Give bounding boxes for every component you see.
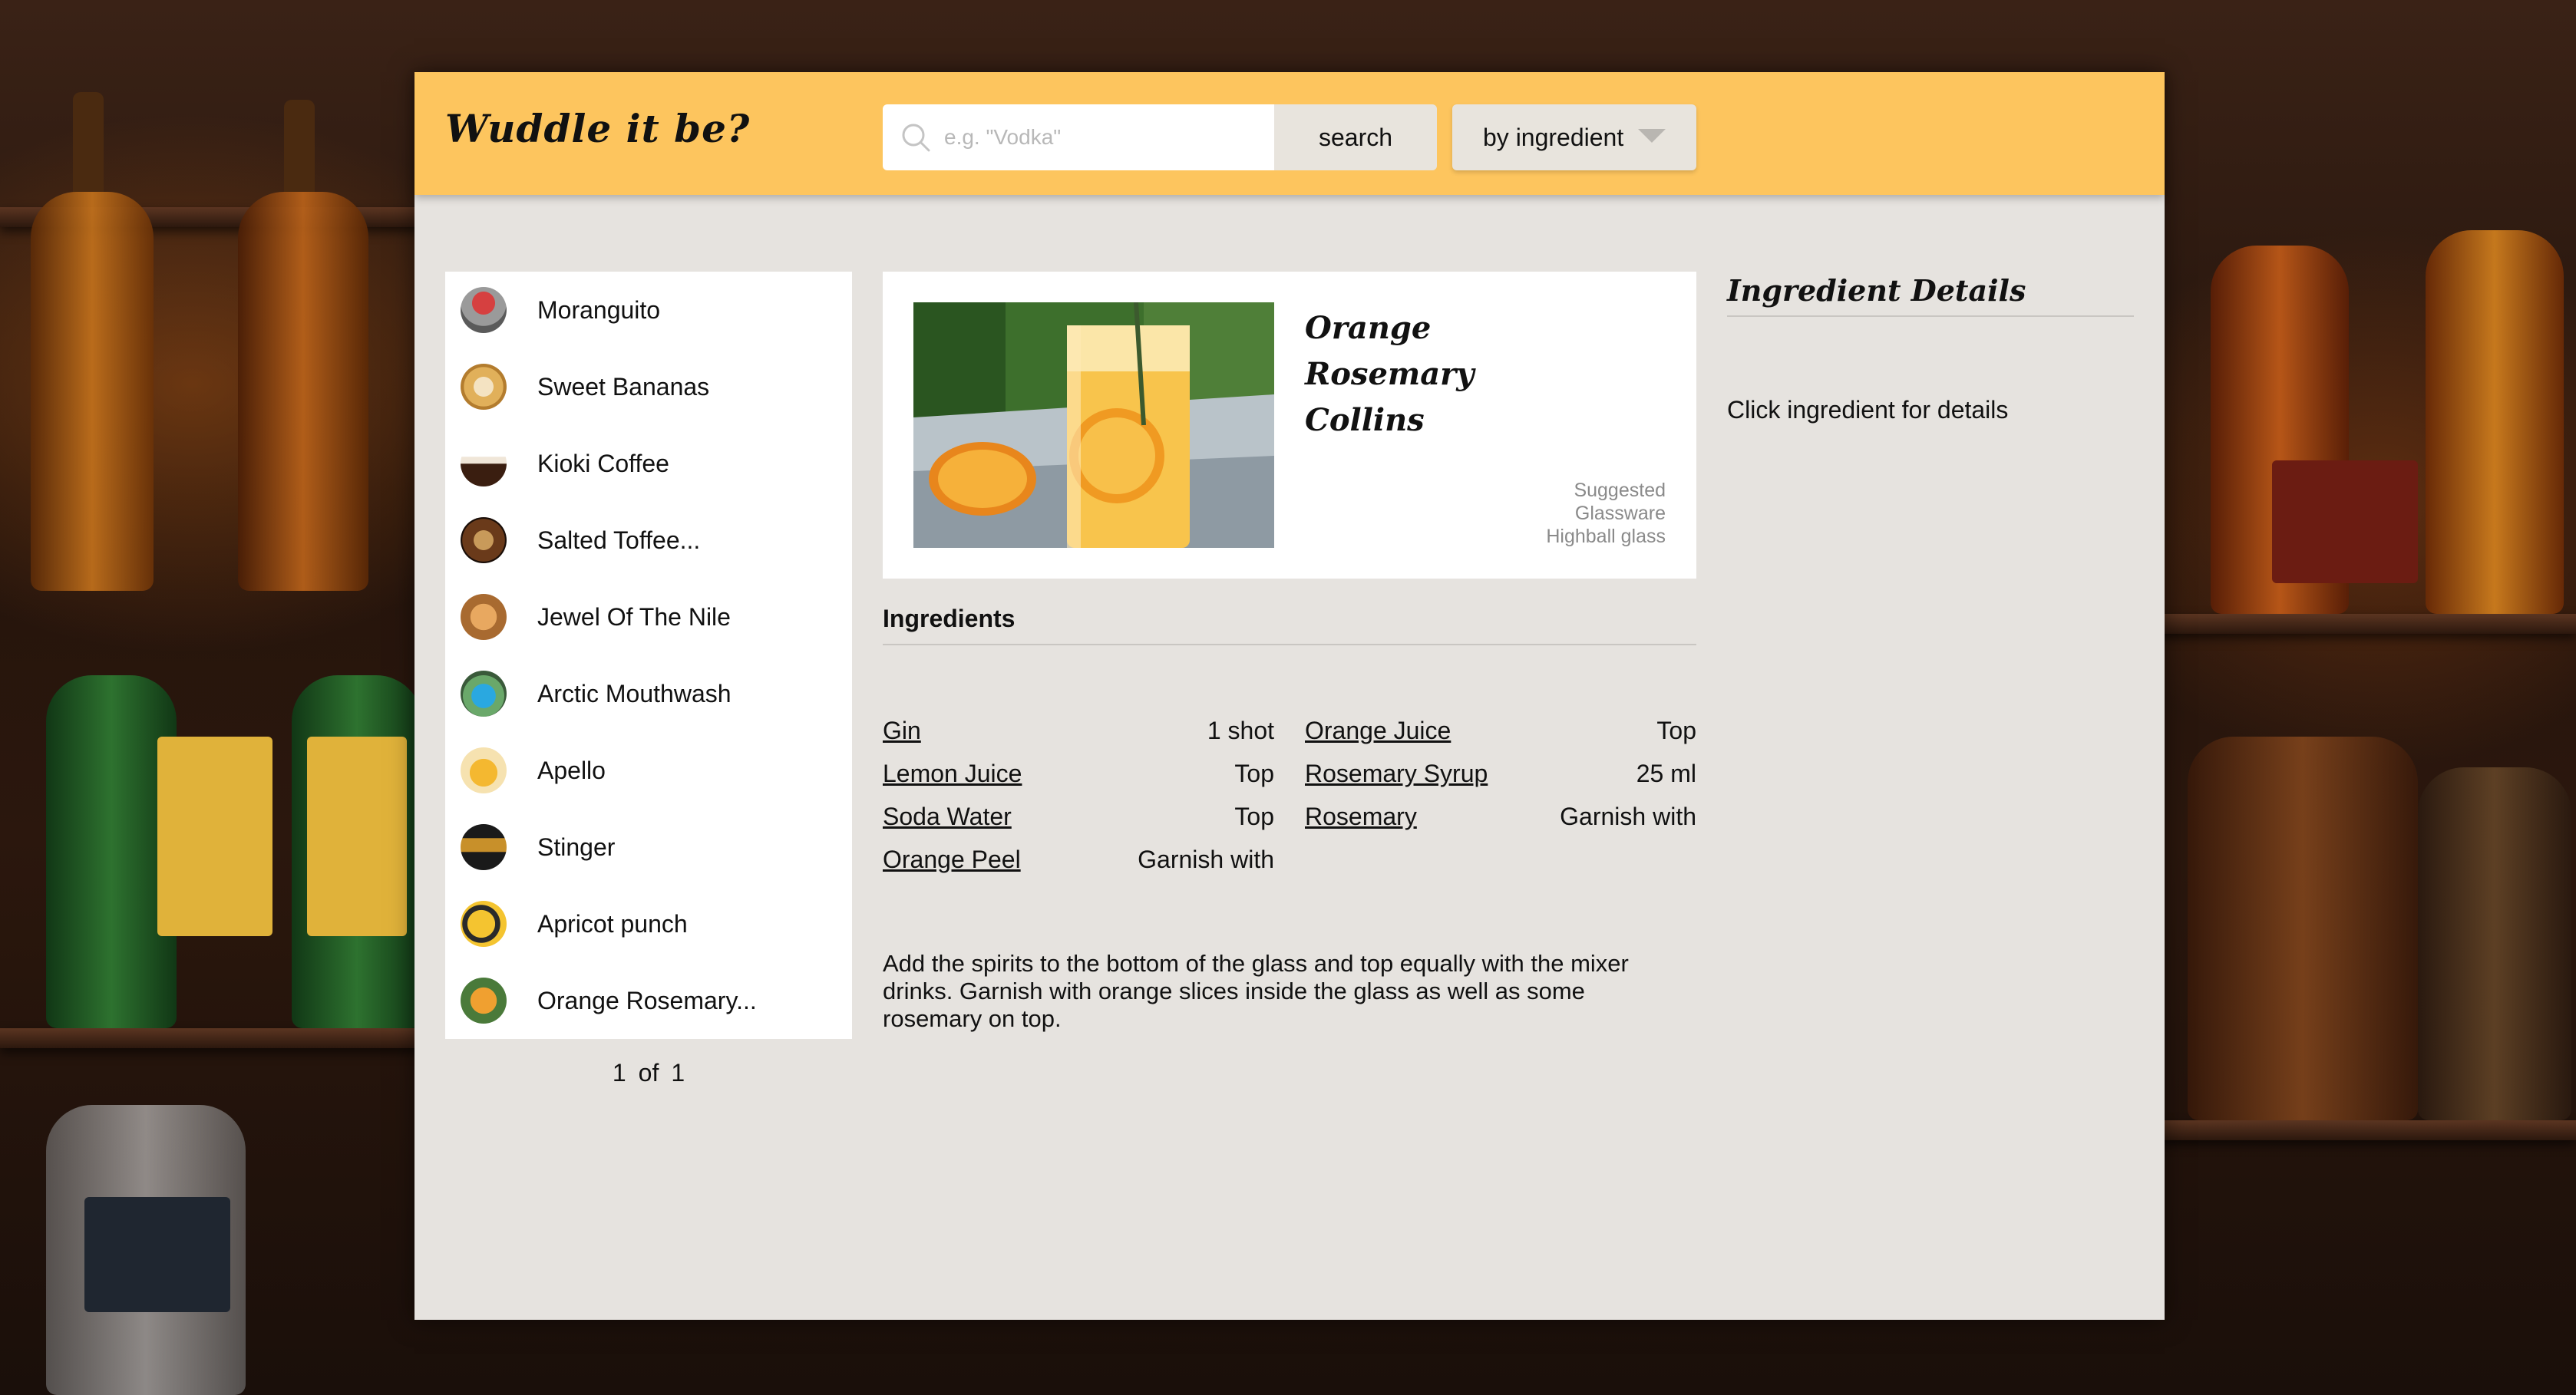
- bottle: [73, 92, 104, 200]
- ingredient-row: Soda Water Top: [883, 803, 1274, 846]
- ingredient-link[interactable]: Orange Peel: [883, 846, 1021, 874]
- header-bar: Wuddle it be? search by ingredient: [414, 72, 2165, 195]
- pagination: 1 of 1: [445, 1059, 852, 1087]
- drink-name: Apricot punch: [537, 910, 688, 938]
- shelf: [2149, 614, 2576, 634]
- caret-down-icon: [1638, 129, 1666, 143]
- drink-thumbnail: [461, 594, 507, 640]
- ingredient-row: Orange Peel Garnish with: [883, 846, 1274, 889]
- page-separator: of: [638, 1059, 659, 1087]
- bottle: [238, 192, 368, 591]
- app-panel: Wuddle it be? search by ingredient Moran…: [414, 72, 2165, 1320]
- bottle-label: [2272, 460, 2418, 583]
- page-total: 1: [671, 1059, 685, 1087]
- search-button[interactable]: search: [1274, 104, 1437, 170]
- drink-name: Moranguito: [537, 296, 661, 324]
- ingredient-details-title: Ingredient Details: [1727, 273, 2134, 317]
- glassware-info: Suggested Glassware Highball glass: [1546, 479, 1666, 548]
- drink-list-item[interactable]: Stinger: [445, 809, 852, 885]
- ingredient-row: Gin 1 shot: [883, 717, 1274, 760]
- ingredient-row: Rosemary Garnish with: [1305, 803, 1696, 846]
- drink-name: Salted Toffee...: [537, 526, 701, 554]
- shelf: [2149, 1120, 2576, 1140]
- drink-thumbnail: [461, 747, 507, 793]
- drink-list-item[interactable]: Apricot punch: [445, 885, 852, 962]
- bottle-label: [84, 1197, 230, 1312]
- drink-name: Kioki Coffee: [537, 450, 669, 477]
- ingredient-link[interactable]: Rosemary Syrup: [1305, 760, 1488, 788]
- drink-list-item[interactable]: Arctic Mouthwash: [445, 655, 852, 732]
- ingredient-details-placeholder: Click ingredient for details: [1727, 396, 2009, 424]
- ingredient-link[interactable]: Soda Water: [883, 803, 1012, 831]
- search-input[interactable]: [944, 104, 1267, 170]
- drink-title: Orange Rosemary Collins: [1305, 310, 1475, 438]
- drink-list-item[interactable]: Apello: [445, 732, 852, 809]
- ingredient-link[interactable]: Orange Juice: [1305, 717, 1451, 745]
- drink-thumbnail: [461, 364, 507, 410]
- ingredient-amount: Garnish with: [1560, 803, 1696, 830]
- search-mode-dropdown[interactable]: by ingredient: [1452, 104, 1696, 170]
- search-box[interactable]: [883, 104, 1274, 170]
- ingredient-amount: Top: [1234, 760, 1274, 787]
- drink-list-item[interactable]: Salted Toffee...: [445, 502, 852, 579]
- drink-detail-card: Orange Rosemary Collins Suggested Glassw…: [883, 272, 1696, 579]
- drink-thumbnail: [461, 440, 507, 486]
- bottle-label: [307, 737, 407, 936]
- drink-list-item[interactable]: Kioki Coffee: [445, 425, 852, 502]
- drink-instructions: Add the spirits to the bottom of the gla…: [883, 950, 1629, 1032]
- ingredient-row: Orange Juice Top: [1305, 717, 1696, 760]
- drink-thumbnail: [461, 287, 507, 333]
- ingredient-row: Rosemary Syrup 25 ml: [1305, 760, 1696, 803]
- ingredient-link[interactable]: Rosemary: [1305, 803, 1417, 831]
- page-current: 1: [612, 1059, 626, 1087]
- drink-list-item[interactable]: Moranguito: [445, 272, 852, 348]
- drink-thumbnail: [461, 824, 507, 870]
- drink-photo-illustration: [913, 302, 1274, 548]
- drink-list-item[interactable]: Jewel Of The Nile: [445, 579, 852, 655]
- ingredient-amount: 25 ml: [1636, 760, 1696, 787]
- search-icon: [902, 124, 930, 152]
- ingredient-link[interactable]: Lemon Juice: [883, 760, 1022, 788]
- bottle: [2418, 767, 2571, 1120]
- drink-thumbnail: [461, 978, 507, 1024]
- glassware-label: Suggested: [1574, 480, 1666, 501]
- drink-name: Stinger: [537, 833, 616, 861]
- bottle: [2426, 230, 2564, 614]
- ingredient-amount: Garnish with: [1138, 846, 1274, 873]
- app-logo[interactable]: Wuddle it be?: [445, 106, 750, 151]
- drink-name: Jewel Of The Nile: [537, 603, 731, 631]
- drink-name: Arctic Mouthwash: [537, 680, 732, 707]
- drink-name: Sweet Bananas: [537, 373, 710, 401]
- drink-thumbnail: [461, 517, 507, 563]
- drink-list-item[interactable]: Orange Rosemary...: [445, 962, 852, 1039]
- bottle: [2188, 737, 2418, 1120]
- ingredient-link[interactable]: Gin: [883, 717, 921, 745]
- shelf: [0, 1028, 430, 1048]
- drink-list: Moranguito Sweet Bananas Kioki Coffee Sa…: [445, 272, 852, 1039]
- glassware-value: Highball glass: [1546, 526, 1666, 547]
- drink-name: Apello: [537, 757, 606, 784]
- bottle-label: [157, 737, 272, 936]
- ingredient-amount: 1 shot: [1207, 717, 1274, 744]
- drink-photo: [913, 302, 1274, 548]
- ingredients-heading: Ingredients: [883, 605, 1696, 645]
- drink-thumbnail: [461, 671, 507, 717]
- drink-list-item[interactable]: Sweet Bananas: [445, 348, 852, 425]
- drink-thumbnail: [461, 901, 507, 947]
- drink-name: Orange Rosemary...: [537, 987, 757, 1014]
- bottle: [284, 100, 315, 200]
- glassware-label: Glassware: [1574, 503, 1666, 524]
- ingredient-row: Lemon Juice Top: [883, 760, 1274, 803]
- ingredient-amount: Top: [1656, 717, 1696, 744]
- search-mode-label: by ingredient: [1483, 124, 1624, 151]
- ingredient-amount: Top: [1234, 803, 1274, 830]
- bottle: [31, 192, 154, 591]
